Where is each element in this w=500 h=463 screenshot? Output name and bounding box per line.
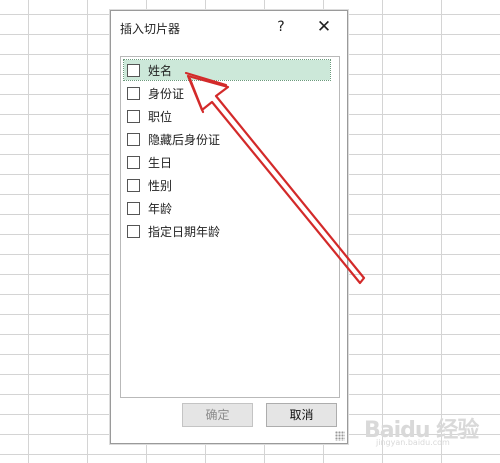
arrow-icon (184, 71, 366, 285)
watermark-url: jingyan.baidu.com (376, 438, 450, 447)
watermark: Baidu 经验 jingyan.baidu.com (364, 408, 496, 458)
